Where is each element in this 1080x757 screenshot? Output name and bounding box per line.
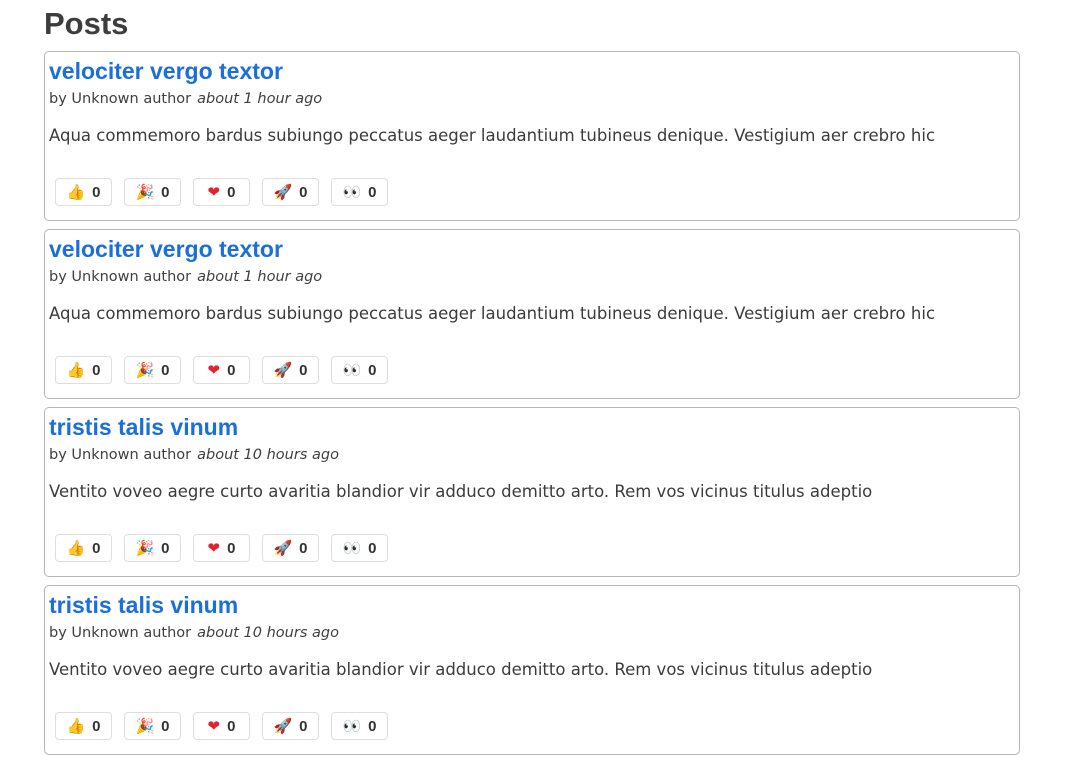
heart-icon: ❤: [207, 183, 221, 201]
post-timestamp: about 10 hours ago: [197, 447, 339, 463]
reaction-button-eyes[interactable]: 👀 0: [331, 712, 388, 740]
eyes-icon: 👀: [342, 183, 362, 201]
reaction-count: 0: [92, 717, 101, 735]
post-author: by Unknown author: [49, 91, 192, 107]
reaction-buttons: 👍 0 🎉 0 ❤ 0 🚀 0 👀 0: [55, 178, 388, 206]
thumbs-up-icon: 👍: [66, 717, 86, 735]
post-card: velociter vergo textor by Unknown author…: [44, 51, 1020, 221]
reaction-button-heart[interactable]: ❤ 0: [193, 712, 250, 740]
reaction-count: 0: [161, 183, 170, 201]
reaction-button-thumbs-up[interactable]: 👍 0: [55, 178, 112, 206]
post-excerpt: Aqua commemoro bardus subiungo peccatus …: [49, 126, 936, 145]
post-title-link[interactable]: velociter vergo textor: [49, 56, 283, 86]
reaction-buttons: 👍 0 🎉 0 ❤ 0 🚀 0 👀 0: [55, 534, 388, 562]
reaction-button-party-popper[interactable]: 🎉 0: [124, 712, 181, 740]
reaction-buttons: 👍 0 🎉 0 ❤ 0 🚀 0 👀 0: [55, 712, 388, 740]
posts-page: Posts velociter vergo textor by Unknown …: [0, 0, 1080, 757]
reaction-count: 0: [299, 361, 308, 379]
post-author: by Unknown author: [49, 625, 192, 641]
party-popper-icon: 🎉: [135, 717, 155, 735]
post-card: velociter vergo textor by Unknown author…: [44, 229, 1020, 399]
post-author: by Unknown author: [49, 269, 192, 285]
post-card: tristis talis vinum by Unknown author abo…: [44, 407, 1020, 577]
post-meta: by Unknown author about 1 hour ago: [49, 89, 322, 109]
reaction-count: 0: [227, 361, 236, 379]
reaction-count: 0: [227, 183, 236, 201]
reaction-count: 0: [299, 539, 308, 557]
eyes-icon: 👀: [342, 539, 362, 557]
post-excerpt: Ventito voveo aegre curto avaritia bland…: [49, 482, 873, 501]
reaction-button-eyes[interactable]: 👀 0: [331, 178, 388, 206]
reaction-count: 0: [92, 183, 101, 201]
eyes-icon: 👀: [342, 361, 362, 379]
rocket-icon: 🚀: [273, 183, 293, 201]
reaction-button-rocket[interactable]: 🚀 0: [262, 712, 319, 740]
thumbs-up-icon: 👍: [66, 183, 86, 201]
reaction-button-eyes[interactable]: 👀 0: [331, 534, 388, 562]
post-title-link[interactable]: tristis talis vinum: [49, 590, 238, 620]
post-card: tristis talis vinum by Unknown author abo…: [44, 585, 1020, 755]
eyes-icon: 👀: [342, 717, 362, 735]
post-meta: by Unknown author about 10 hours ago: [49, 623, 339, 643]
reaction-count: 0: [299, 717, 308, 735]
reaction-count: 0: [368, 717, 377, 735]
reaction-count: 0: [161, 361, 170, 379]
reaction-count: 0: [92, 361, 101, 379]
party-popper-icon: 🎉: [135, 539, 155, 557]
post-timestamp: about 10 hours ago: [197, 625, 339, 641]
post-title-link[interactable]: velociter vergo textor: [49, 234, 283, 264]
rocket-icon: 🚀: [273, 361, 293, 379]
post-meta: by Unknown author about 10 hours ago: [49, 445, 339, 465]
post-title-link[interactable]: tristis talis vinum: [49, 412, 238, 442]
reaction-button-rocket[interactable]: 🚀 0: [262, 178, 319, 206]
posts-list: velociter vergo textor by Unknown author…: [44, 51, 1020, 757]
party-popper-icon: 🎉: [135, 183, 155, 201]
thumbs-up-icon: 👍: [66, 361, 86, 379]
reaction-count: 0: [92, 539, 101, 557]
reaction-button-thumbs-up[interactable]: 👍 0: [55, 356, 112, 384]
post-excerpt: Aqua commemoro bardus subiungo peccatus …: [49, 304, 936, 323]
post-meta: by Unknown author about 1 hour ago: [49, 267, 322, 287]
reaction-count: 0: [299, 183, 308, 201]
post-excerpt: Ventito voveo aegre curto avaritia bland…: [49, 660, 873, 679]
reaction-buttons: 👍 0 🎉 0 ❤ 0 🚀 0 👀 0: [55, 356, 388, 384]
reaction-button-party-popper[interactable]: 🎉 0: [124, 534, 181, 562]
heart-icon: ❤: [207, 717, 221, 735]
reaction-button-thumbs-up[interactable]: 👍 0: [55, 534, 112, 562]
reaction-button-party-popper[interactable]: 🎉 0: [124, 356, 181, 384]
heart-icon: ❤: [207, 539, 221, 557]
reaction-button-eyes[interactable]: 👀 0: [331, 356, 388, 384]
reaction-button-rocket[interactable]: 🚀 0: [262, 356, 319, 384]
reaction-count: 0: [161, 539, 170, 557]
reaction-button-heart[interactable]: ❤ 0: [193, 178, 250, 206]
reaction-button-rocket[interactable]: 🚀 0: [262, 534, 319, 562]
reaction-count: 0: [227, 717, 236, 735]
reaction-count: 0: [368, 183, 377, 201]
page-title: Posts: [44, 6, 129, 41]
thumbs-up-icon: 👍: [66, 539, 86, 557]
rocket-icon: 🚀: [273, 539, 293, 557]
reaction-button-heart[interactable]: ❤ 0: [193, 534, 250, 562]
reaction-count: 0: [368, 361, 377, 379]
post-timestamp: about 1 hour ago: [197, 269, 323, 285]
reaction-button-thumbs-up[interactable]: 👍 0: [55, 712, 112, 740]
reaction-count: 0: [161, 717, 170, 735]
post-author: by Unknown author: [49, 447, 192, 463]
post-timestamp: about 1 hour ago: [197, 91, 323, 107]
reaction-count: 0: [227, 539, 236, 557]
rocket-icon: 🚀: [273, 717, 293, 735]
heart-icon: ❤: [207, 361, 221, 379]
reaction-button-heart[interactable]: ❤ 0: [193, 356, 250, 384]
reaction-count: 0: [368, 539, 377, 557]
reaction-button-party-popper[interactable]: 🎉 0: [124, 178, 181, 206]
party-popper-icon: 🎉: [135, 361, 155, 379]
